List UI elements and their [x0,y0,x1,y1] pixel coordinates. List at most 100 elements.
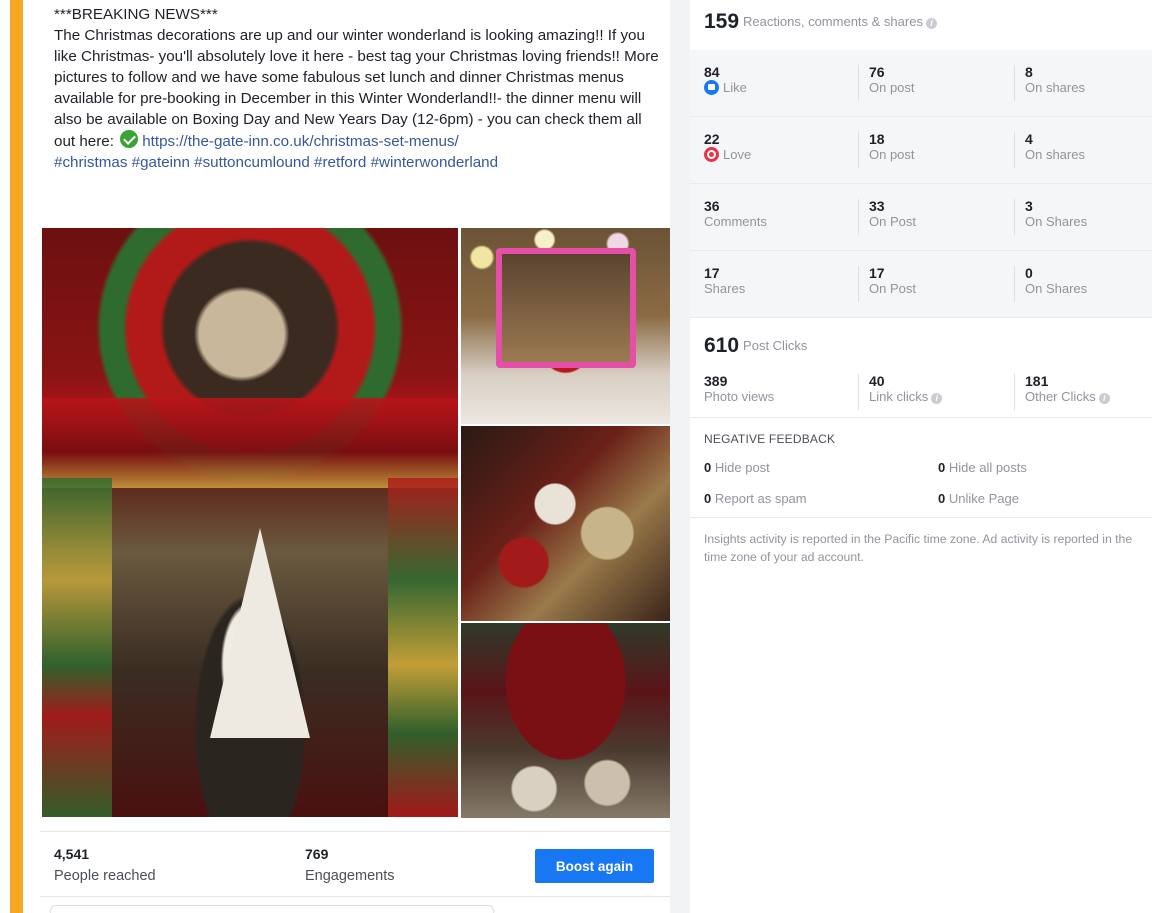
post-clicks-label: Post Clicks [743,338,808,353]
love-on-post-label: On post [869,147,915,162]
people-reached-stat: 4,541 People reached [54,846,156,884]
shares-on-post: 17 On Post [858,266,916,302]
report-spam-value: 0 [704,491,712,506]
post-header: ***BREAKING NEWS*** [54,6,218,23]
like-on-shares-label: On shares [1025,80,1085,95]
comments-on-post-label: On Post [869,214,916,229]
info-icon[interactable]: i [931,393,943,404]
love-on-shares-label: On shares [1025,147,1085,162]
post-text: ***BREAKING NEWS*** The Christmas decora… [54,4,660,173]
shares-on-post-value: 17 [869,265,885,281]
mirror-lights [496,248,636,368]
boost-again-button[interactable]: Boost again [535,849,654,883]
like-on-post-value: 76 [869,64,885,80]
divider [40,896,670,897]
other-clicks-label: Other Clicks [1025,389,1096,404]
reactions-total: 159 [704,10,740,33]
other-clicks: 181 Other Clicks i [1014,374,1110,410]
check-mark-icon [120,130,139,148]
like-value: 84 [704,64,720,80]
reaction-row-comments: 36 Comments 33 On Post 3 On Shares [690,184,1152,251]
post-panel: ***BREAKING NEWS*** The Christmas decora… [40,0,670,913]
garland-left [42,478,112,817]
shares-on-post-label: On Post [869,281,916,296]
comments-on-shares-label: On Shares [1025,214,1088,229]
like-on-shares: 8 On shares [1014,65,1085,101]
link-clicks-value: 40 [869,373,885,389]
unlike-page-stat: 0 Unlike Page [938,491,1019,506]
report-spam-label: Report as spam [714,491,807,506]
like-label: Like [723,80,747,95]
post-clicks-summary: 610 Post Clicks [704,334,807,358]
comments-on-post-value: 33 [869,198,885,214]
shares-label: Shares [704,281,746,296]
post-body: The Christmas decorations are up and our… [54,25,660,173]
report-spam-stat: 0 Report as spam [704,491,807,506]
negative-feedback-title: NEGATIVE FEEDBACK [704,432,836,446]
engagements-stat: 769 Engagements [305,846,394,884]
hide-all-posts-value: 0 [938,460,946,475]
love-total: 22 Love [704,132,751,163]
white-tree [210,528,310,738]
link-clicks-label: Link clicks [869,389,929,404]
like-total: 84 Like [704,65,747,96]
shares-on-shares-label: On Shares [1025,281,1088,296]
like-icon [704,80,719,95]
link-clicks: 40 Link clicks i [858,373,943,410]
post-body-text: The Christmas decorations are up and our… [54,27,659,150]
unlike-page-label: Unlike Page [948,491,1019,506]
comments-on-shares-value: 3 [1025,198,1033,214]
hide-post-stat: 0 Hide post [704,460,770,475]
engagements-label: Engagements [305,868,395,884]
hide-all-posts-stat: 0 Hide all posts [938,460,1027,475]
reaction-row-like: 84 Like 76 On post 8 On shares [690,50,1152,117]
like-on-post-label: On post [869,80,915,95]
timezone-note: Insights activity is reported in the Pac… [704,532,1133,564]
hide-all-posts-label: Hide all posts [948,460,1027,475]
unlike-page-value: 0 [938,491,946,506]
comments-total: 36 Comments [704,199,767,230]
shares-on-shares-value: 0 [1025,265,1033,281]
photo-views: 389 Photo views [704,374,774,405]
love-on-shares-value: 4 [1025,131,1033,147]
reactions-total-label: Reactions, comments & shares [743,14,923,29]
comments-value: 36 [704,198,720,214]
comments-label: Comments [704,214,767,229]
mantle-decoration [42,398,458,488]
comments-on-shares: 3 On Shares [1014,199,1087,235]
reaction-row-love: 22 Love 18 On post 4 On shares [690,117,1152,184]
photo-collage[interactable] [40,228,670,818]
photo-views-label: Photo views [704,389,775,404]
comments-on-post: 33 On Post [858,199,916,235]
info-icon[interactable]: i [1098,393,1110,404]
photo-sleigh[interactable] [461,426,670,621]
love-on-post-value: 18 [869,131,885,147]
info-icon[interactable]: i [925,18,937,29]
divider [690,517,1152,518]
shares-total: 17 Shares [704,266,745,297]
insights-panel: 159 Reactions, comments & shares i 84 Like… [690,0,1152,913]
divider [40,831,670,832]
other-clicks-value: 181 [1025,373,1049,389]
garland-right [388,478,458,817]
clicks-row: 389 Photo views 40 Link clicks i 181 Othe… [690,372,1152,418]
photo-roses[interactable] [461,623,670,818]
post-link[interactable]: https://the-gate-inn.co.uk/christmas-set… [142,133,459,150]
photo-mirror[interactable] [461,228,670,424]
hide-post-value: 0 [704,460,712,475]
photo-fireplace[interactable] [42,228,458,817]
hide-post-label: Hide post [714,460,770,475]
post-hashtags[interactable]: #christmas #gateinn #suttoncumlound #ret… [54,154,498,171]
photo-views-value: 389 [704,373,728,389]
people-reached-value: 4,541 [54,846,90,862]
love-icon [704,147,719,162]
love-on-shares: 4 On shares [1014,132,1085,168]
panel-gap [670,0,690,913]
comment-box[interactable] [50,905,494,913]
accent-bar [10,0,23,913]
people-reached-label: People reached [54,868,156,884]
love-value: 22 [704,131,720,147]
shares-on-shares: 0 On Shares [1014,266,1087,302]
reaction-row-shares: 17 Shares 17 On Post 0 On Shares [690,251,1152,318]
like-on-post: 76 On post [858,65,915,101]
